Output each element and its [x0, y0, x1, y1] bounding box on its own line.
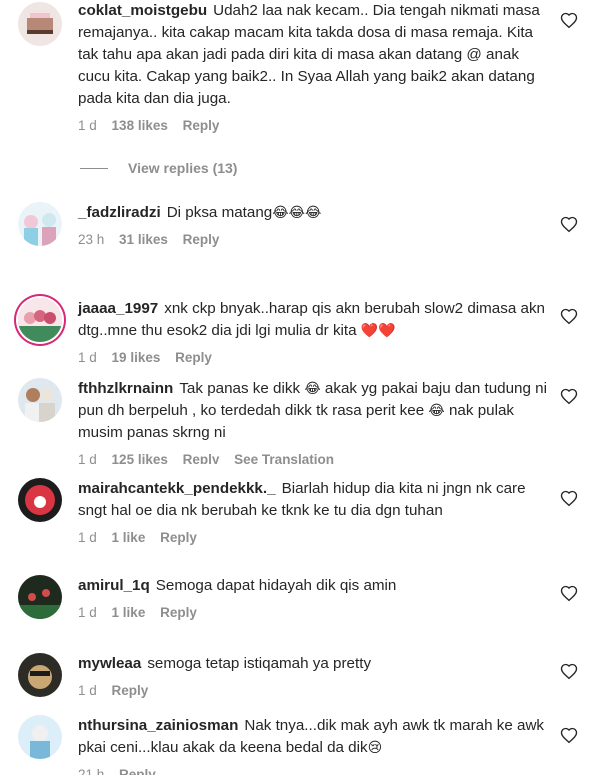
username[interactable]: jaaaa_1997: [78, 300, 158, 317]
username[interactable]: _fadzliradzi: [78, 204, 161, 221]
comment-text: jaaaa_1997 xnk ckp bnyak..harap qis akn b…: [78, 300, 545, 339]
divider: [80, 167, 108, 169]
username[interactable]: coklat_moistgebu: [78, 2, 207, 19]
comment-text: mairahcantekk_pendekkk._ Biarlah hidup di…: [78, 480, 526, 519]
reply-button[interactable]: Reply: [160, 605, 197, 620]
comment-meta: 1 d 138 likes Reply: [78, 118, 548, 133]
timestamp: 1 d: [78, 350, 97, 365]
username[interactable]: amirul_1q: [78, 577, 150, 594]
comment-meta: 21 h Reply: [78, 767, 548, 775]
avatar[interactable]: [18, 298, 62, 342]
avatar[interactable]: [18, 202, 62, 246]
reply-button[interactable]: Reply: [183, 452, 220, 464]
username[interactable]: fthhzlkrnainn: [78, 380, 173, 397]
heart-outline-icon[interactable]: [560, 388, 578, 406]
likes-count[interactable]: 1 like: [112, 605, 146, 620]
username[interactable]: mairahcantekk_pendekkk._: [78, 480, 276, 497]
heart-outline-icon[interactable]: [560, 727, 578, 745]
timestamp: 1 d: [78, 118, 97, 133]
avatar[interactable]: [18, 575, 62, 619]
laugh-emoji: 😂: [428, 403, 445, 419]
timestamp: 1 d: [78, 683, 97, 698]
avatar[interactable]: [18, 653, 62, 697]
avatar[interactable]: [18, 478, 62, 522]
heart-emoji: ❤️❤️: [360, 323, 396, 339]
see-translation-button[interactable]: See Translation: [234, 452, 334, 464]
timestamp: 1 d: [78, 452, 97, 464]
avatar[interactable]: [18, 715, 62, 759]
comment-text: _fadzliradzi Di pksa matang😂😂😂: [78, 204, 322, 221]
reply-button[interactable]: Reply: [183, 118, 220, 133]
heart-outline-icon[interactable]: [560, 308, 578, 326]
likes-count[interactable]: 125 likes: [112, 452, 168, 464]
laugh-emoji: 😂😂😂: [272, 205, 322, 221]
reply-button[interactable]: Reply: [175, 350, 212, 365]
avatar[interactable]: [18, 378, 62, 422]
likes-count[interactable]: 19 likes: [112, 350, 161, 365]
username[interactable]: mywleaa: [78, 655, 141, 672]
heart-outline-icon[interactable]: [560, 663, 578, 681]
reply-button[interactable]: Reply: [112, 683, 149, 698]
laugh-emoji: 😂: [304, 381, 321, 397]
avatar[interactable]: [18, 2, 62, 46]
comment-meta: 1 d 1 like Reply: [78, 605, 548, 620]
timestamp: 1 d: [78, 605, 97, 620]
view-replies-button[interactable]: View replies (13): [80, 160, 237, 176]
username[interactable]: nthursina_zainiosman: [78, 717, 238, 734]
comment-text: fthhzlkrnainn Tak panas ke dikk 😂 akak yg…: [78, 380, 547, 441]
reply-button[interactable]: Reply: [160, 530, 197, 545]
heart-outline-icon[interactable]: [560, 585, 578, 603]
likes-count[interactable]: 138 likes: [112, 118, 168, 133]
heart-outline-icon[interactable]: [560, 490, 578, 508]
heart-outline-icon[interactable]: [560, 216, 578, 234]
timestamp: 1 d: [78, 530, 97, 545]
comment-text: nthursina_zainiosman Nak tnya...dik mak a…: [78, 717, 545, 756]
comment-meta: 1 d 1 like Reply: [78, 530, 548, 545]
timestamp: 23 h: [78, 232, 105, 247]
comment-meta: 1 d Reply: [78, 683, 548, 698]
reply-button[interactable]: Reply: [119, 767, 156, 775]
likes-count[interactable]: 1 like: [112, 530, 146, 545]
comment-meta: 23 h 31 likes Reply: [78, 232, 548, 247]
timestamp: 21 h: [78, 767, 105, 775]
comment-text: amirul_1q Semoga dapat hidayah dik qis am…: [78, 577, 397, 594]
comment-meta: 1 d 19 likes Reply: [78, 350, 548, 365]
reply-button[interactable]: Reply: [183, 232, 220, 247]
comment-meta: 1 d 125 likes Reply See Translation: [78, 452, 548, 464]
likes-count[interactable]: 31 likes: [119, 232, 168, 247]
heart-outline-icon[interactable]: [560, 12, 578, 30]
comment-text: mywleaa semoga tetap istiqamah ya pretty: [78, 655, 372, 672]
sad-emoji: 😢: [367, 740, 383, 756]
comment-text: coklat_moistgebu Udah2 laa nak kecam.. Di…: [78, 2, 540, 107]
